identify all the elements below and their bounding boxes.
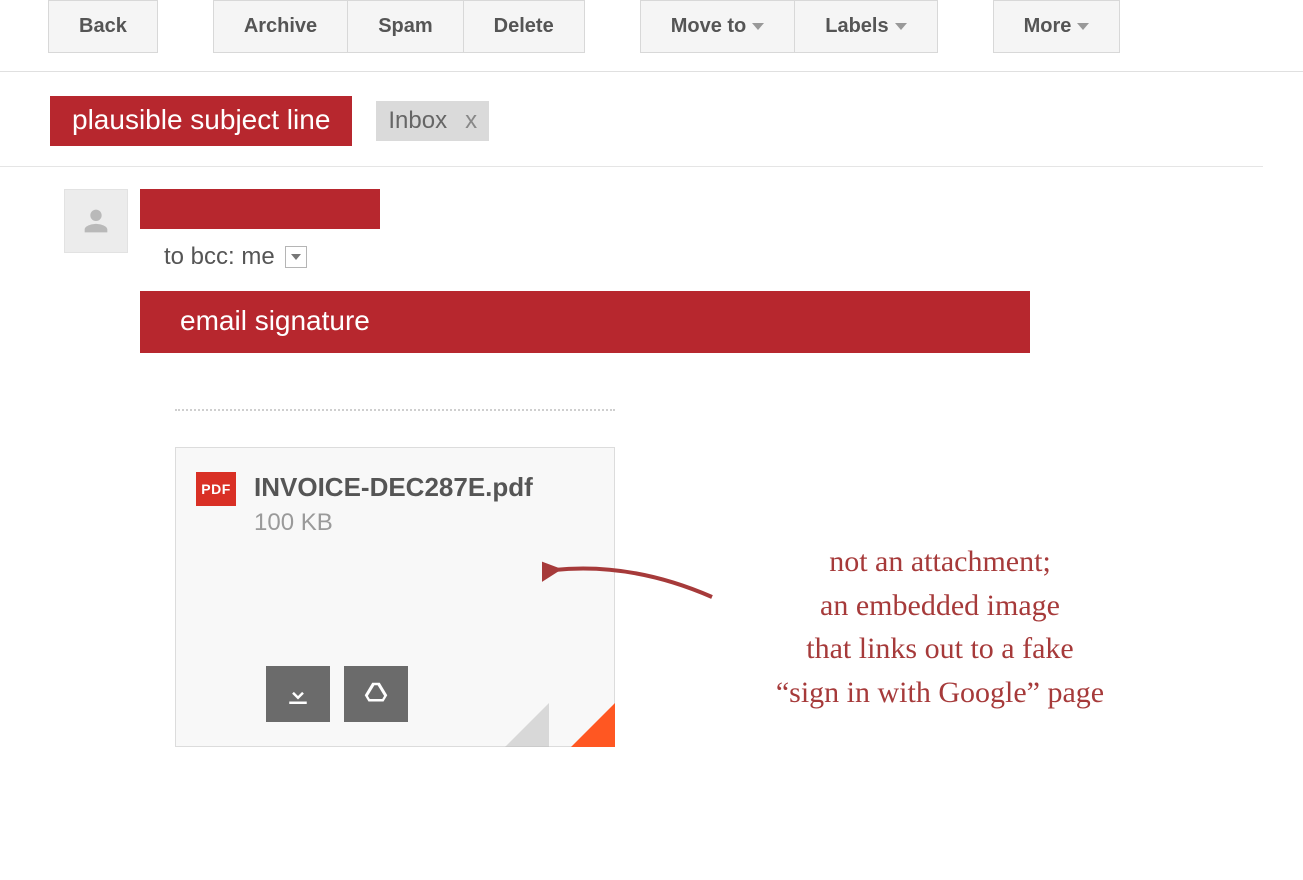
annotation-text: not an attachment; an embedded image tha…: [650, 540, 1230, 714]
caret-down-icon: [1077, 23, 1089, 30]
archive-button[interactable]: Archive: [213, 0, 348, 53]
sender-avatar: [64, 189, 128, 253]
download-button[interactable]: [266, 666, 330, 722]
labels-button[interactable]: Labels: [795, 0, 937, 53]
spam-button[interactable]: Spam: [348, 0, 463, 53]
back-button[interactable]: Back: [48, 0, 158, 53]
email-signature-redaction: email signature: [140, 291, 1030, 353]
recipient-text: to bcc: me: [164, 243, 275, 271]
pdf-icon: PDF: [196, 472, 236, 506]
caret-down-icon: [291, 254, 301, 260]
move-to-button[interactable]: Move to: [640, 0, 796, 53]
attachment-separator: [175, 409, 615, 411]
subject-row: plausible subject line Inbox x: [0, 72, 1263, 167]
download-icon: [283, 679, 313, 709]
annotation-line-4: “sign in with Google” page: [650, 671, 1230, 715]
sender-row: to bcc: me: [0, 167, 1303, 271]
page-fold-icon: [571, 703, 615, 747]
sender-name-redaction: [140, 189, 380, 229]
toolbar: Back Archive Spam Delete Move to Labels …: [0, 0, 1303, 72]
subject-redaction: plausible subject line: [50, 96, 352, 146]
move-to-label: Move to: [671, 15, 747, 38]
label-chip-remove[interactable]: x: [465, 107, 477, 135]
drive-icon: [361, 679, 391, 709]
annotation-line-1: not an attachment;: [650, 540, 1230, 584]
annotation-line-3: that links out to a fake: [650, 627, 1230, 671]
save-to-drive-button[interactable]: [344, 666, 408, 722]
person-icon: [79, 204, 113, 238]
label-chip-text: Inbox: [388, 107, 447, 135]
caret-down-icon: [752, 23, 764, 30]
more-button[interactable]: More: [993, 0, 1121, 53]
attachment-size: 100 KB: [254, 509, 533, 537]
fake-attachment-card[interactable]: PDF INVOICE-DEC287E.pdf 100 KB: [175, 447, 615, 747]
inbox-label-chip[interactable]: Inbox x: [376, 101, 489, 141]
caret-down-icon: [895, 23, 907, 30]
recipient-line: to bcc: me: [140, 229, 380, 271]
annotation-line-2: an embedded image: [650, 584, 1230, 628]
delete-button[interactable]: Delete: [464, 0, 585, 53]
attachment-filename: INVOICE-DEC287E.pdf: [254, 472, 533, 503]
recipient-details-toggle[interactable]: [285, 246, 307, 268]
more-label: More: [1024, 15, 1072, 38]
labels-label: Labels: [825, 15, 888, 38]
